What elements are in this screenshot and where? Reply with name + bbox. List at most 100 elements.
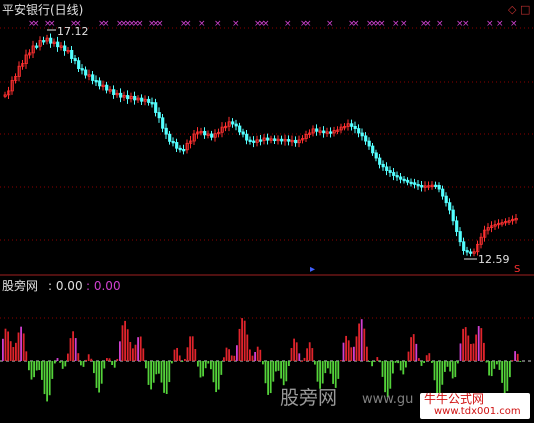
indicator-bar	[82, 361, 85, 367]
indicator-bar	[493, 361, 496, 369]
indicator-bar	[334, 361, 337, 388]
indicator-value-1: : 0.00	[48, 279, 83, 293]
indicator-bar	[129, 341, 132, 361]
candle-body	[245, 133, 249, 141]
indicator-bar	[181, 361, 184, 362]
signal-marker: ×	[198, 19, 206, 29]
candle-body	[175, 142, 179, 149]
indicator-bar	[285, 361, 288, 382]
indicator-bar	[59, 361, 61, 363]
indicator-bar	[360, 319, 363, 361]
indicator-bar	[425, 355, 428, 361]
indicator-bar	[324, 361, 327, 374]
candle-body	[378, 157, 382, 165]
indicator-bar	[38, 361, 41, 371]
indicator-bar	[163, 361, 165, 393]
indicator-bar	[194, 349, 197, 361]
indicator-bar	[124, 320, 126, 361]
indicator-bar	[7, 331, 9, 361]
candle-body	[399, 176, 403, 180]
indicator-bar	[30, 361, 33, 380]
indicator-bar	[496, 361, 498, 365]
candle-body	[413, 182, 417, 185]
indicator-bar	[121, 325, 124, 361]
indicator-bar	[514, 351, 516, 361]
indicator-bar	[233, 355, 236, 361]
indicator-bar	[241, 318, 243, 361]
indicator-bar	[43, 361, 46, 395]
candle-body	[84, 69, 88, 76]
candle-body	[420, 184, 424, 188]
indicator-bar	[509, 361, 511, 378]
indicator-bar	[418, 358, 420, 361]
candle-body	[178, 147, 182, 151]
indicator-bar	[373, 361, 376, 362]
indicator-bar	[41, 361, 43, 380]
candle-body	[161, 117, 165, 129]
candle-body	[35, 45, 39, 48]
indicator-bar	[288, 361, 290, 367]
candle-body	[94, 80, 98, 83]
indicator-bar	[90, 358, 93, 361]
candle-body	[168, 133, 172, 142]
candle-body	[80, 68, 84, 71]
indicator-bar	[189, 336, 191, 361]
indicator-bar	[454, 361, 457, 378]
indicator-bar	[470, 343, 472, 361]
signal-marker: ×	[304, 19, 312, 29]
indicator-bar	[392, 361, 394, 374]
indicator-bar	[308, 342, 311, 361]
indicator-bar	[282, 361, 285, 386]
candle-body	[462, 241, 466, 251]
candle-body	[147, 98, 151, 103]
indicator-bar	[85, 359, 87, 361]
indicator-bar	[319, 361, 321, 389]
indicator-bar	[2, 338, 4, 361]
stock-title: 平安银行(日线)	[2, 3, 84, 17]
candle-body	[126, 95, 130, 100]
chart-canvas: ×× ×× ×× ×× ×××××× ××× ×× × × × ××× × ×× × ×× ×××× × × ×× ×…	[0, 0, 534, 423]
indicator-bar	[366, 346, 368, 361]
candle-body	[273, 138, 277, 142]
indicator-bar	[506, 361, 509, 392]
indicator-bar	[25, 351, 28, 361]
indicator-bar	[72, 331, 74, 361]
indicator-bar	[95, 361, 98, 388]
watermark-site-url: www.gu	[362, 392, 414, 407]
indicator-bar	[264, 361, 267, 384]
candle-body	[441, 188, 445, 197]
candle-body	[381, 163, 385, 168]
diamond-icon[interactable]: ◇	[508, 4, 516, 16]
indicator-bar	[394, 361, 397, 363]
indicator-bar	[462, 328, 464, 361]
indicator-bar	[238, 328, 241, 361]
indicator-bar	[485, 361, 488, 363]
indicator-bar	[488, 361, 490, 376]
indicator-bar	[243, 320, 246, 361]
indicator-bar	[147, 361, 150, 385]
indicator-bar	[311, 348, 314, 361]
indicator-bar	[9, 341, 12, 361]
indicator-bar	[477, 326, 480, 361]
indicator-bar	[98, 361, 100, 393]
indicator-bar	[405, 361, 407, 368]
indicator-bar	[415, 343, 418, 361]
indicator-bar	[17, 332, 20, 361]
indicator-bar	[431, 361, 433, 363]
indicator-bar	[103, 361, 106, 369]
candle-body	[280, 138, 284, 142]
indicator-bar	[267, 361, 269, 395]
indicator-bar	[516, 353, 519, 361]
indicator-value-2: : 0.00	[86, 279, 121, 293]
indicator-bar	[363, 328, 366, 361]
indicator-bar	[464, 327, 467, 361]
s-signal-icon: S	[514, 264, 520, 275]
candle-body	[164, 127, 168, 135]
candle-body	[259, 139, 263, 142]
signal-marker: ×	[378, 19, 386, 29]
indicator-bar	[28, 361, 30, 371]
stamp-url: www.tdx001.com	[434, 406, 521, 417]
square-icon[interactable]: □	[520, 4, 530, 16]
indicator-bar	[262, 361, 264, 365]
indicator-bar	[168, 361, 171, 383]
